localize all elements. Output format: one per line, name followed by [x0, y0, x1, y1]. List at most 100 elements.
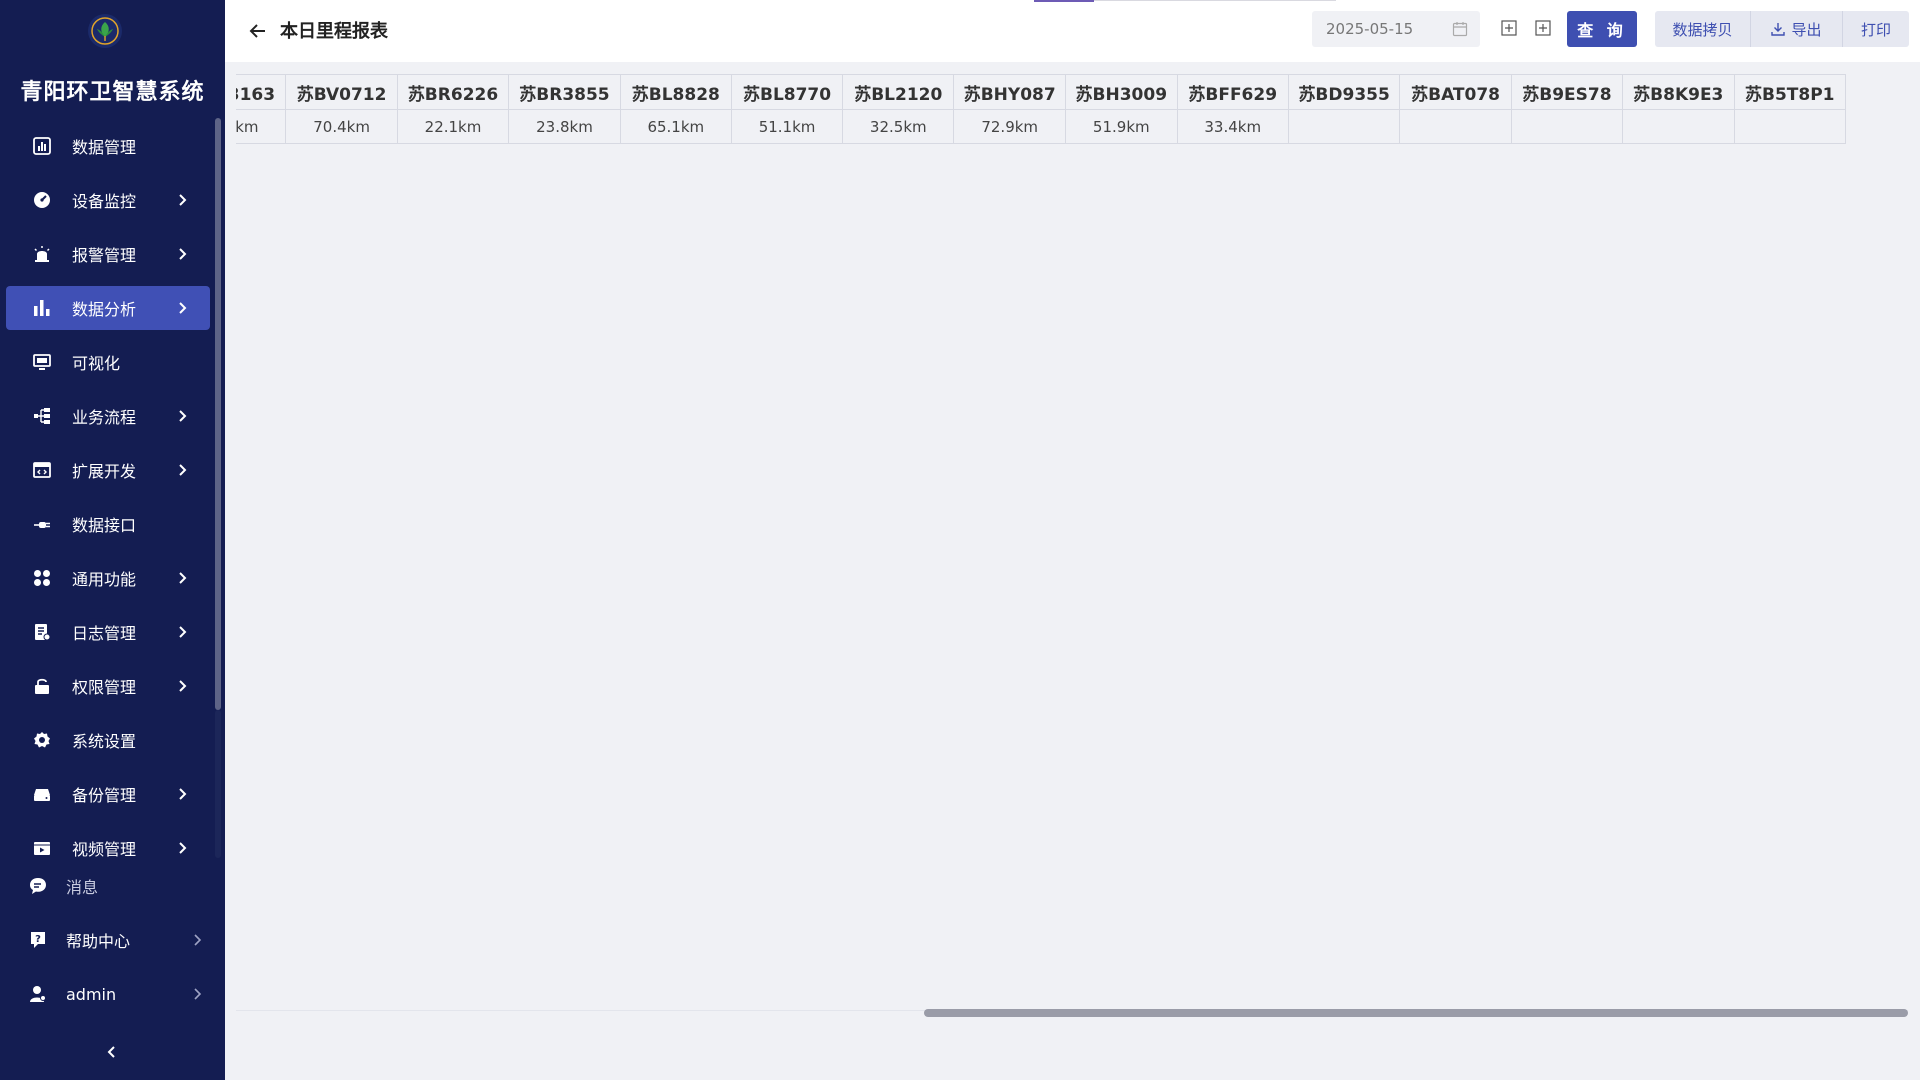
app-logo: [88, 14, 122, 48]
sidebar-item-alarm-management[interactable]: 报警管理: [6, 232, 210, 276]
chevron-left-icon: [107, 1046, 115, 1058]
print-button[interactable]: 打印: [1843, 11, 1909, 47]
sidebar-item-data-management[interactable]: 数据管理: [6, 124, 210, 168]
sidebar-item-label: 数据分析: [72, 300, 137, 319]
log-icon: [32, 622, 52, 642]
back-button[interactable]: [245, 18, 271, 44]
date-value: 2025-05-15: [1326, 20, 1414, 38]
table-cell: 22.1km: [396, 109, 510, 144]
sidebar-item-permission-management[interactable]: 权限管理: [6, 664, 210, 708]
table-cell: [1733, 109, 1846, 144]
sidebar-item-label: 扩展开发: [72, 462, 137, 481]
column-header: 苏BV3163: [236, 74, 287, 110]
chevron-right-icon: [174, 461, 192, 479]
chat-bubble-icon: [28, 876, 48, 896]
copy-data-label: 数据拷贝: [1672, 20, 1733, 39]
add-button[interactable]: [1532, 17, 1554, 39]
bar-chart-icon: [32, 298, 52, 318]
chevron-right-icon: [174, 245, 192, 263]
messages-item[interactable]: 消息: [0, 866, 225, 906]
chevron-right-icon: [189, 985, 207, 1003]
arrow-left-icon: [249, 24, 265, 38]
table-cell: 51.9km: [1065, 109, 1178, 144]
chevron-right-icon: [174, 569, 192, 587]
sidebar-scrollbar[interactable]: [215, 118, 221, 710]
sidebar-item-business-process[interactable]: 业务流程: [6, 394, 210, 438]
sidebar-item-label: 系统设置: [72, 732, 137, 751]
tab-indicator: [1034, 0, 1094, 2]
svg-text:?: ?: [35, 934, 41, 945]
column-header: 苏BR6226: [396, 74, 510, 110]
help-center-item[interactable]: ? 帮助中心: [0, 920, 225, 960]
user-menu-item[interactable]: admin: [0, 974, 225, 1014]
table-cell: [1287, 109, 1401, 144]
messages-label: 消息: [66, 878, 99, 897]
gear-icon: [32, 730, 52, 750]
sidebar-item-data-analysis[interactable]: 数据分析: [6, 286, 210, 330]
sidebar-item-extension-dev[interactable]: 扩展开发: [6, 448, 210, 492]
help-center-label: 帮助中心: [66, 932, 131, 951]
chevron-right-icon: [174, 785, 192, 803]
sidebar-item-visualization[interactable]: 可视化: [6, 340, 210, 384]
sidebar: 青阳环卫智慧系统 数据管理 设备监控 报警管理 数据分析 可视化 业务流程 扩展…: [0, 0, 225, 1080]
sidebar-item-log-management[interactable]: 日志管理: [6, 610, 210, 654]
column-header: 苏BL8770: [730, 74, 844, 110]
sidebar-item-video-management[interactable]: 视频管理: [6, 826, 210, 858]
table-cell: [1510, 109, 1624, 144]
mileage-table-viewport: 苏BV3163苏BV0712苏BR6226苏BR3855苏BL8828苏BL87…: [236, 74, 1908, 144]
chevron-right-icon: [174, 623, 192, 641]
column-header: 苏BL2120: [842, 74, 955, 110]
table-cell: 33.4km: [1176, 109, 1289, 144]
sidebar-item-label: 数据管理: [72, 138, 137, 157]
sidebar-item-data-interface[interactable]: 数据接口: [6, 502, 210, 546]
chevron-right-icon: [174, 407, 192, 425]
collapse-sidebar-button[interactable]: [100, 1040, 124, 1064]
chevron-right-icon: [174, 191, 192, 209]
date-picker[interactable]: 2025-05-15: [1312, 11, 1480, 47]
app-title: 青阳环卫智慧系统: [20, 80, 205, 105]
export-button[interactable]: 导出: [1751, 11, 1843, 47]
tab-indicator-track: [1094, 0, 1336, 1]
horizontal-scrollbar-thumb[interactable]: [924, 1009, 1908, 1017]
action-button-group: 数据拷贝 导出 打印: [1655, 11, 1909, 47]
sidebar-item-label: 数据接口: [72, 516, 137, 535]
chevron-right-icon: [174, 677, 192, 695]
sidebar-item-label: 设备监控: [72, 192, 137, 211]
alarm-light-icon: [32, 244, 52, 264]
page-title: 本日里程报表: [280, 21, 388, 42]
expand-all-button[interactable]: [1498, 17, 1520, 39]
column-header: 苏BR3855: [508, 74, 621, 110]
plus-square-icon: [1535, 20, 1551, 36]
table-cell: 72.9km: [953, 109, 1066, 144]
sidebar-item-system-settings[interactable]: 系统设置: [6, 718, 210, 762]
table-row: 58.3km70.4km22.1km23.8km65.1km51.1km32.5…: [236, 109, 1846, 144]
sidebar-item-label: 视频管理: [72, 840, 137, 858]
column-header: 苏BHY087: [953, 74, 1066, 110]
table-cell: 32.5km: [842, 109, 955, 144]
lock-icon: [32, 676, 52, 696]
sidebar-item-backup-management[interactable]: 备份管理: [6, 772, 210, 816]
print-label: 打印: [1860, 20, 1891, 39]
storage-icon: [32, 784, 52, 804]
table-cell: 23.8km: [508, 109, 621, 144]
query-button[interactable]: 查 询: [1567, 11, 1637, 47]
page-header: 本日里程报表 2025-05-15 查 询 数据拷贝 导出 打印: [225, 0, 1920, 62]
monitor-icon: [32, 352, 52, 372]
sidebar-item-device-monitoring[interactable]: 设备监控: [6, 178, 210, 222]
code-window-icon: [32, 460, 52, 480]
table-cell: 70.4km: [285, 109, 398, 144]
download-icon: [1771, 23, 1786, 36]
sidebar-item-label: 报警管理: [72, 246, 137, 265]
copy-data-button[interactable]: 数据拷贝: [1655, 11, 1751, 47]
sidebar-menu: 数据管理 设备监控 报警管理 数据分析 可视化 业务流程 扩展开发 数据接口 通…: [6, 124, 210, 858]
help-icon: ?: [28, 930, 48, 950]
column-header: 苏BD9355: [1287, 74, 1401, 110]
sidebar-scrollbar-track: [215, 710, 221, 858]
sidebar-item-common-functions[interactable]: 通用功能: [6, 556, 210, 600]
plus-square-icon: [1501, 20, 1517, 36]
sidebar-item-label: 日志管理: [72, 624, 137, 643]
table-cell: 58.3km: [236, 109, 287, 144]
column-header: 苏BH3009: [1065, 74, 1178, 110]
sidebar-item-label: 备份管理: [72, 786, 137, 805]
column-header: 苏BAT078: [1399, 74, 1512, 110]
